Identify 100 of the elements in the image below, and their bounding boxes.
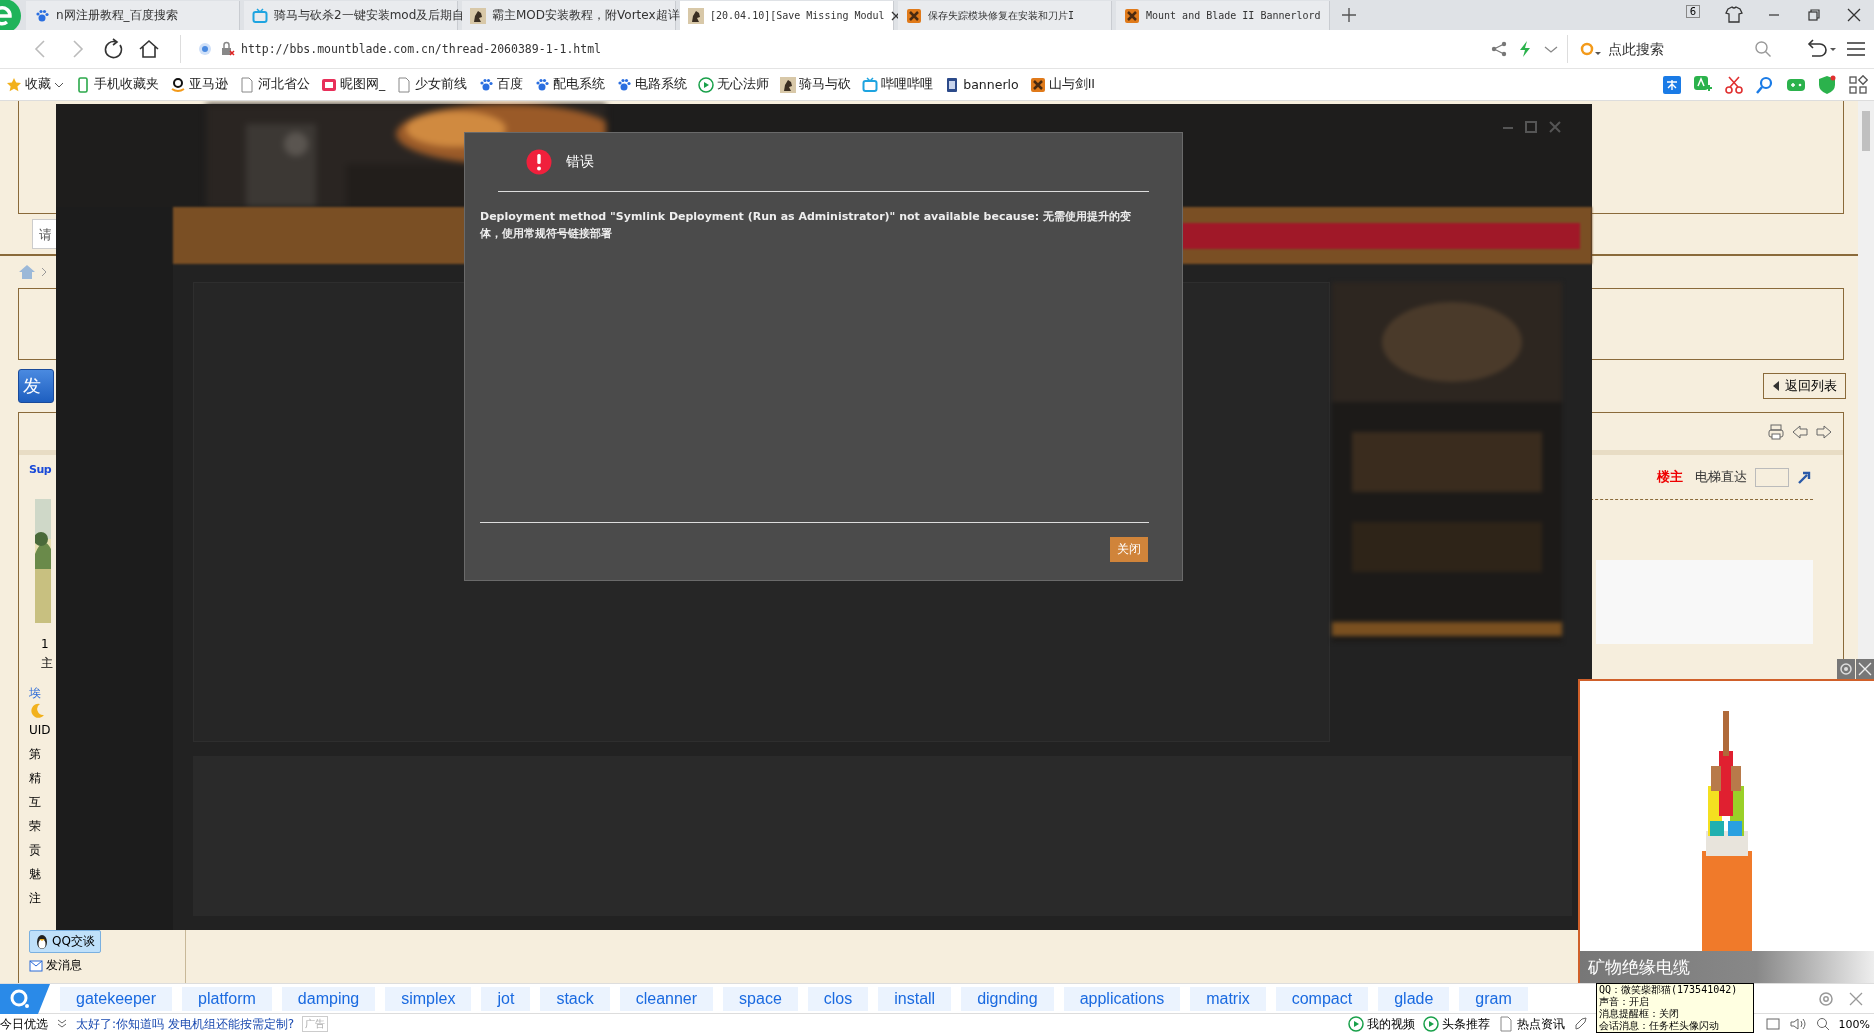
window-icon[interactable] <box>1764 1016 1781 1032</box>
tab-count-badge[interactable]: 6 <box>1685 5 1700 18</box>
search-field[interactable]: 点此搜索 <box>1567 35 1790 63</box>
bookmark[interactable]: 哔哩哔哩 <box>862 76 934 93</box>
keyword-link[interactable]: stack <box>540 986 610 1011</box>
profile-stat: 荣 <box>29 818 41 835</box>
bookmark[interactable]: 无心法师 <box>698 76 770 93</box>
knight-icon <box>780 76 797 93</box>
keyword-link[interactable]: matrix <box>1190 986 1266 1011</box>
caret-left-icon <box>1772 381 1780 391</box>
crest-icon <box>1124 7 1140 24</box>
message-link[interactable]: 发消息 <box>46 957 82 974</box>
page-icon <box>396 76 413 93</box>
keyword-link[interactable]: applications <box>1063 986 1181 1011</box>
author-name[interactable]: Sup <box>29 455 52 485</box>
shield-icon[interactable] <box>1817 74 1837 95</box>
news-link[interactable]: 太好了:你知道吗 发电机组还能按需定制? <box>76 1015 295 1033</box>
play-icon <box>698 76 715 93</box>
back-to-list-button[interactable]: 返回列表 <box>1763 373 1846 399</box>
profile-stat: 贡 <box>29 842 41 859</box>
tv-icon <box>252 7 268 24</box>
error-icon <box>526 149 552 175</box>
jump-arrow-icon[interactable] <box>1797 469 1813 485</box>
keyword-link[interactable]: jot <box>481 986 531 1011</box>
arrow-left-icon[interactable] <box>1791 422 1809 441</box>
translate-icon[interactable] <box>1662 74 1682 95</box>
bookmark[interactable]: 收藏 <box>6 76 64 93</box>
profile-stat: UID <box>29 722 51 739</box>
print-icon[interactable] <box>1767 422 1785 441</box>
status-button[interactable]: 我的视频 <box>1347 1015 1415 1033</box>
settings-icon[interactable] <box>1837 659 1855 679</box>
keyword-link[interactable]: glade <box>1378 986 1450 1011</box>
moon-icon <box>29 702 45 718</box>
search-input[interactable]: 点此搜索 <box>1606 40 1750 58</box>
zoom-icon[interactable] <box>1814 1016 1831 1032</box>
keyword-link[interactable]: install <box>878 986 952 1011</box>
browser-tab[interactable]: Mount and Blade II Bannerlord <box>1116 1 1330 30</box>
keyword-link[interactable]: gram <box>1459 986 1528 1011</box>
keyword-link[interactable]: compact <box>1275 986 1369 1011</box>
search-engine-icon <box>1580 41 1602 57</box>
keyword-link[interactable]: cleanner <box>619 986 714 1011</box>
profile-link[interactable]: 埃 <box>29 685 41 702</box>
search-logo-icon[interactable] <box>0 983 50 1014</box>
bookmark[interactable]: 骑马与砍 <box>780 76 852 93</box>
site-icon <box>197 41 213 57</box>
keyword-link[interactable]: clos <box>807 986 869 1011</box>
qq-chat-button[interactable]: QQ交谈 <box>29 930 101 953</box>
scissors-icon[interactable] <box>1724 74 1744 95</box>
bookmark[interactable]: 昵图网_ <box>321 76 386 93</box>
keyword-link[interactable]: gatekeeper <box>60 986 173 1011</box>
floor-input[interactable] <box>1755 467 1789 487</box>
ad-label: 广告 <box>302 1016 329 1032</box>
star-icon <box>6 76 22 93</box>
status-button[interactable]: 热点资讯 <box>1497 1015 1565 1033</box>
paw-icon <box>534 76 551 93</box>
address-field[interactable]: http://bbs.mountblade.com.cn/thread-2060389-1-1.html <box>180 35 1483 63</box>
tooltip-line: 消息提醒框：关闭 <box>1599 1008 1680 1020</box>
search-icon[interactable] <box>1755 74 1775 95</box>
speaker-icon[interactable] <box>1788 1016 1807 1032</box>
post-button[interactable]: 发 <box>18 369 54 403</box>
bookmark[interactable]: 手机收藏夹 <box>75 76 159 93</box>
error-message: Deployment method "Symlink Deployment (Run as Administrator)" not available because: 无需使用提升的变体，使用常规符号链接部署 <box>480 192 1149 523</box>
close-icon[interactable] <box>890 10 901 21</box>
bookmark[interactable]: 少女前线 <box>396 76 468 93</box>
logo-icon <box>321 76 337 93</box>
apps-icon[interactable] <box>1848 74 1868 95</box>
search-icon[interactable] <box>1754 40 1772 58</box>
bookmark[interactable]: bannerlo <box>944 76 1019 93</box>
browser-tab[interactable]: 保存失踪模块修复在安装和刀片I <box>898 1 1112 30</box>
bookmark[interactable]: 百度 <box>478 76 524 93</box>
double-chevron-icon[interactable] <box>56 1018 68 1030</box>
scrollbar[interactable] <box>1858 101 1874 661</box>
keyword-link[interactable]: space <box>723 986 798 1011</box>
paw-icon <box>616 76 633 93</box>
bookmark[interactable]: 亚马逊 <box>170 76 228 93</box>
profile-stat: 精 <box>29 770 41 787</box>
keyword-link[interactable]: damping <box>281 986 376 1011</box>
bookmark[interactable]: 配电系统 <box>534 76 606 93</box>
page-icon <box>239 76 255 93</box>
knight-icon <box>470 7 486 24</box>
profile-text: 主 <box>41 655 53 672</box>
paw-icon <box>34 7 50 24</box>
keyword-link[interactable]: dignding <box>961 986 1054 1011</box>
envelope-icon <box>29 959 43 972</box>
share-icon[interactable] <box>1489 39 1509 59</box>
tooltip-line: 声音：开启 <box>1599 996 1650 1008</box>
browser-tab[interactable]: n网注册教程_百度搜索 <box>26 1 240 30</box>
smile-icon <box>170 76 186 93</box>
crest-icon <box>906 7 922 24</box>
arrow-right-icon[interactable] <box>1815 422 1833 441</box>
search-field[interactable]: 请 <box>32 219 58 249</box>
keyword-link[interactable]: platform <box>182 986 272 1011</box>
bookmark[interactable]: 电路系统 <box>616 76 688 93</box>
phone-icon <box>75 76 91 93</box>
zoom-level[interactable]: 100% <box>1838 1017 1870 1031</box>
keyword-link[interactable]: simplex <box>385 986 472 1011</box>
bookmark[interactable]: 山与剑II <box>1029 76 1095 93</box>
bookmark[interactable]: 河北省公 <box>239 76 310 93</box>
status-button[interactable]: 头条推荐 <box>1422 1015 1490 1033</box>
profile-text: 1 <box>41 636 49 653</box>
